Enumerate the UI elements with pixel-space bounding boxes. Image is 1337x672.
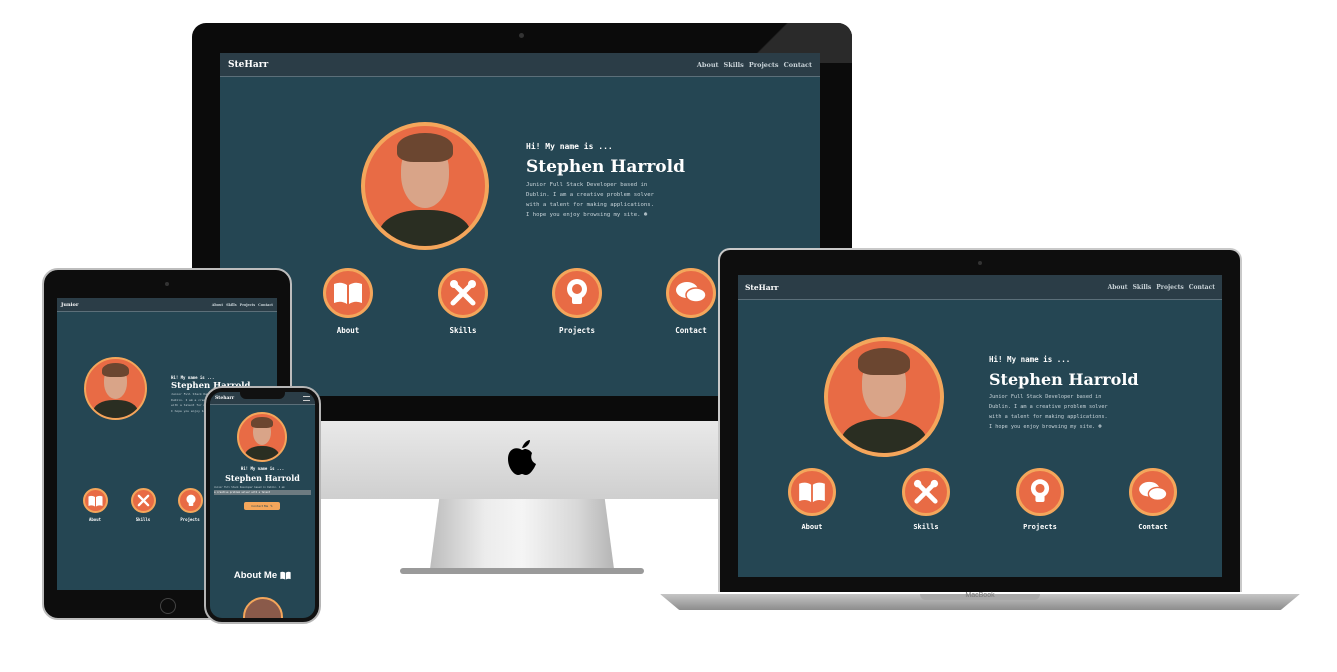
nav-link-skills[interactable]: Skills xyxy=(226,303,237,307)
about-circle[interactable] xyxy=(83,488,108,513)
brand-logo[interactable]: SteHarr xyxy=(228,60,268,70)
laptop-screen: SteHarr About Skills Projects Contact Hi… xyxy=(738,275,1222,577)
nav-link-about[interactable]: About xyxy=(697,61,719,69)
imac-stand xyxy=(430,499,614,569)
hero-bio: Junior Full Stack Developer based inDubl… xyxy=(989,394,1108,430)
greeting: Hi! My name is ... xyxy=(526,142,613,151)
tools-icon xyxy=(450,280,476,306)
imac-foot xyxy=(400,568,644,574)
brand-logo[interactable]: Junior xyxy=(61,302,79,308)
hero-name: Stephen Harrold xyxy=(225,473,300,483)
book-icon xyxy=(799,482,825,503)
profile-photo xyxy=(84,357,147,420)
contact-me-label: Contact Me xyxy=(251,504,269,508)
hero-name: Stephen Harrold xyxy=(526,157,685,177)
nav-link-contact[interactable]: Contact xyxy=(1189,284,1215,291)
about-circle[interactable] xyxy=(788,468,836,516)
brand-logo[interactable]: Steharr xyxy=(215,396,234,401)
contact-me-button[interactable]: Contact Me ✎ xyxy=(244,502,280,510)
lightbulb-icon xyxy=(567,279,587,304)
about-me-heading: About Me xyxy=(210,570,315,581)
hamburger-menu-icon[interactable] xyxy=(303,395,310,401)
about-label[interactable]: About xyxy=(782,523,842,531)
lightbulb-icon xyxy=(1030,479,1050,502)
nav-link-projects[interactable]: Projects xyxy=(240,303,256,307)
nav-link-projects[interactable]: Projects xyxy=(749,61,779,69)
tools-icon xyxy=(137,494,150,507)
nav-link-contact[interactable]: Contact xyxy=(258,303,273,307)
nav-link-about[interactable]: About xyxy=(212,303,223,307)
nav-link-contact[interactable]: Contact xyxy=(784,61,812,69)
nav-link-skills[interactable]: Skills xyxy=(1133,284,1152,291)
brand-logo[interactable]: SteHarr xyxy=(745,283,779,292)
laptop-camera xyxy=(978,261,982,265)
navbar: Junior About Skills Projects Contact xyxy=(57,298,277,312)
smile-emoji: ☻ xyxy=(643,212,648,218)
phone-notch xyxy=(240,392,285,399)
chat-bubbles-icon xyxy=(676,282,707,303)
contact-label[interactable]: Contact xyxy=(1123,523,1183,531)
apple-logo-icon xyxy=(506,436,538,476)
greeting: Hi! My name is ... xyxy=(989,355,1071,364)
contact-label[interactable]: Contact xyxy=(661,326,721,335)
book-icon xyxy=(334,282,362,304)
tablet-camera xyxy=(165,282,169,286)
tablet-home-button[interactable] xyxy=(160,598,176,614)
greeting: Hi! My name is ... xyxy=(240,466,285,471)
projects-circle[interactable] xyxy=(552,268,602,318)
nav-link-skills[interactable]: Skills xyxy=(724,61,744,69)
navbar: SteHarr About Skills Projects Contact xyxy=(220,53,820,77)
navbar: SteHarr About Skills Projects Contact xyxy=(738,275,1222,300)
hero-name: Stephen Harrold xyxy=(989,370,1139,389)
skills-circle[interactable] xyxy=(438,268,488,318)
about-label[interactable]: About xyxy=(75,517,115,522)
chat-bubbles-icon xyxy=(1139,481,1168,501)
profile-photo xyxy=(361,122,489,250)
skills-label[interactable]: Skills xyxy=(123,517,163,522)
nav-link-projects[interactable]: Projects xyxy=(1156,284,1183,291)
about-photo xyxy=(243,597,283,618)
tools-icon xyxy=(913,479,939,504)
projects-circle[interactable] xyxy=(178,488,203,513)
phone-screen: Steharr Hi! My name is ... Stephen Harro… xyxy=(210,392,315,618)
pencil-icon: ✎ xyxy=(270,504,273,508)
book-icon xyxy=(280,571,291,580)
about-circle[interactable] xyxy=(323,268,373,318)
skills-circle[interactable] xyxy=(902,468,950,516)
about-label[interactable]: About xyxy=(318,326,378,335)
contact-circle[interactable] xyxy=(1129,468,1177,516)
skills-circle[interactable] xyxy=(131,488,156,513)
contact-circle[interactable] xyxy=(666,268,716,318)
nav-link-about[interactable]: About xyxy=(1108,284,1128,291)
profile-photo xyxy=(824,337,944,457)
lightbulb-icon xyxy=(185,494,196,506)
greeting: Hi! My name is ... xyxy=(171,375,215,380)
imac-camera xyxy=(519,33,524,38)
projects-label[interactable]: Projects xyxy=(1010,523,1070,531)
profile-photo xyxy=(237,412,287,462)
skills-label[interactable]: Skills xyxy=(896,523,956,531)
hero-bio: Junior Full Stack Developer based in Dub… xyxy=(214,485,311,495)
book-icon xyxy=(88,495,103,506)
smile-emoji: ☻ xyxy=(1098,424,1102,430)
projects-label[interactable]: Projects xyxy=(547,326,607,335)
projects-circle[interactable] xyxy=(1016,468,1064,516)
laptop-label: MacBook xyxy=(965,592,995,599)
hero-bio: Junior Full Stack Developer based inDubl… xyxy=(526,182,654,218)
skills-label[interactable]: Skills xyxy=(433,326,493,335)
